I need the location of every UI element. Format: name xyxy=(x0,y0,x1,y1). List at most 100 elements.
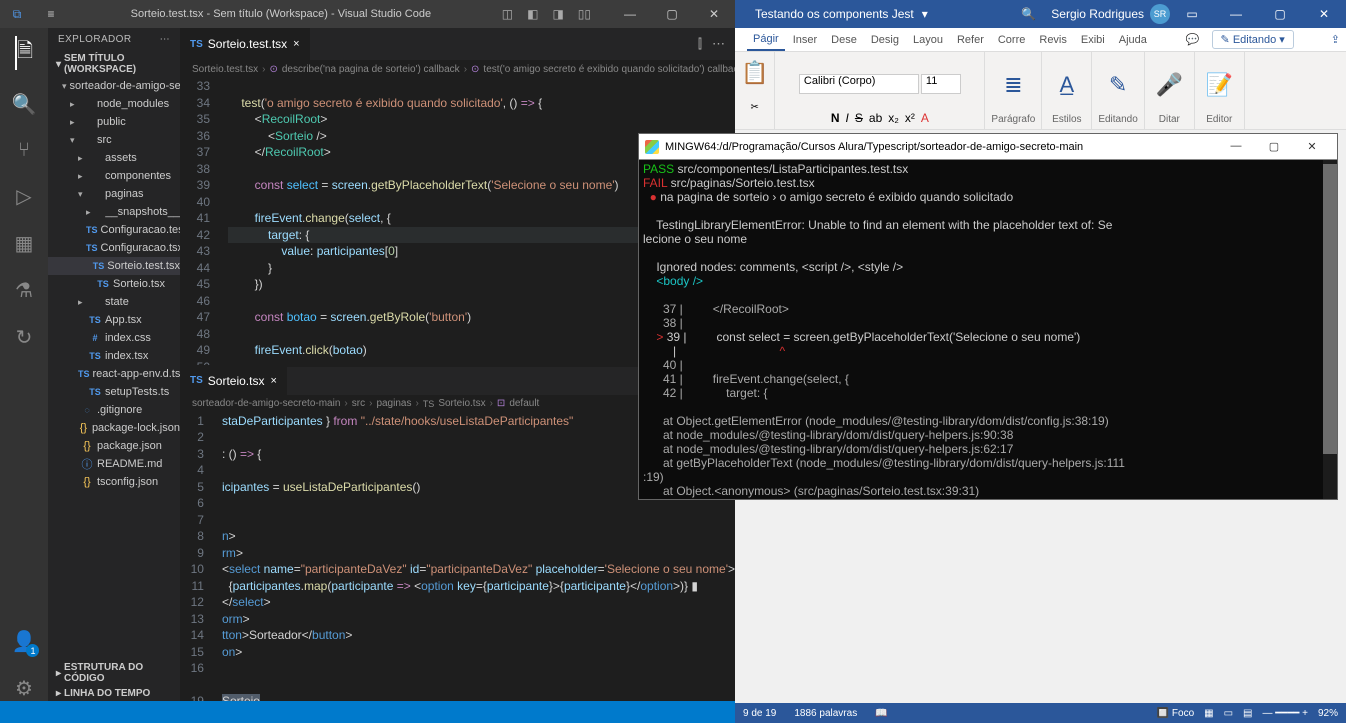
tab-design[interactable]: Desig xyxy=(865,30,905,50)
tab-references[interactable]: Refer xyxy=(951,30,990,50)
tree-row[interactable]: {}package.json xyxy=(48,437,180,455)
breadcrumb[interactable]: Sorteio.test.tsx› ⊙describe('na pagina d… xyxy=(180,60,735,78)
maximize-icon[interactable]: ▢ xyxy=(1258,7,1302,21)
tab-sorteio-test[interactable]: TSSorteio.test.tsx× xyxy=(180,28,310,60)
workspace-header[interactable]: ▾ SEM TÍTULO (WORKSPACE) xyxy=(48,51,180,77)
tree-row[interactable]: ▸state xyxy=(48,293,180,311)
spell-icon[interactable]: 📖 xyxy=(875,708,887,719)
tree-row[interactable]: TSSorteio.tsx xyxy=(48,275,180,293)
extensions-icon[interactable]: ▦ xyxy=(15,231,34,256)
tree-row[interactable]: TSConfiguracao.test.tsx xyxy=(48,221,180,239)
page-count[interactable]: 9 de 19 xyxy=(743,708,776,719)
scrollbar-thumb[interactable] xyxy=(1323,164,1337,454)
tree-row[interactable]: ▸assets xyxy=(48,149,180,167)
zoom-level[interactable]: 92% xyxy=(1318,708,1338,719)
dictate-group[interactable]: 🎤Ditar xyxy=(1145,52,1195,129)
zoom-slider[interactable]: — ━━━━ + xyxy=(1263,708,1308,719)
run-debug-icon[interactable]: ▷ xyxy=(16,184,31,209)
testing-icon[interactable]: ⚗ xyxy=(15,278,33,303)
maximize-icon[interactable]: ▢ xyxy=(1255,140,1293,153)
font-color-button[interactable]: A xyxy=(921,111,929,125)
timeline-header[interactable]: ▸ LINHA DO TEMPO xyxy=(48,686,180,701)
refresh-icon[interactable]: ↻ xyxy=(16,325,33,350)
tree-row[interactable]: TSConfiguracao.tsx xyxy=(48,239,180,257)
share-icon[interactable]: ⇪ xyxy=(1325,30,1346,49)
bold-button[interactable]: N xyxy=(831,111,840,125)
ribbon-options-icon[interactable]: ▭ xyxy=(1170,7,1214,21)
font-size-select[interactable]: 11 xyxy=(921,74,961,94)
strike-button[interactable]: S xyxy=(855,111,863,125)
tree-row[interactable]: ▸componentes xyxy=(48,167,180,185)
tree-row[interactable]: ▸public xyxy=(48,113,180,131)
focus-mode[interactable]: 🔲 Foco xyxy=(1157,708,1194,719)
close-icon[interactable]: ✕ xyxy=(1293,140,1331,153)
tab-review[interactable]: Revis xyxy=(1033,30,1073,50)
accounts-icon[interactable]: 👤 xyxy=(12,629,37,654)
layout-controls[interactable]: ◫ ◧ ◨ ▯▯ xyxy=(494,7,599,21)
tree-row[interactable]: TSApp.tsx xyxy=(48,311,180,329)
view-read-icon[interactable]: ▭ xyxy=(1224,708,1233,719)
tab-draw[interactable]: Dese xyxy=(825,30,863,50)
italic-button[interactable]: I xyxy=(846,111,849,125)
maximize-icon[interactable]: ▢ xyxy=(651,7,693,21)
editing-mode-button[interactable]: ✎ Editando ▾ xyxy=(1212,30,1294,49)
sub-super-button[interactable]: ab xyxy=(869,111,882,125)
chevron-down-icon[interactable]: ▾ xyxy=(922,7,928,21)
view-web-icon[interactable]: ▤ xyxy=(1243,708,1252,719)
tree-row[interactable]: TSindex.tsx xyxy=(48,347,180,365)
layout-icon[interactable]: ▯▯ xyxy=(578,7,591,21)
more-icon[interactable]: ⋯ xyxy=(712,36,725,52)
menu-icon[interactable]: ≡ xyxy=(34,7,68,21)
more-icon[interactable]: ⋯ xyxy=(160,34,170,45)
clipboard-group[interactable]: 📋✂ xyxy=(735,52,775,129)
layout-icon[interactable]: ◨ xyxy=(552,7,563,21)
tab-view[interactable]: Exibi xyxy=(1075,30,1111,50)
minimize-icon[interactable]: — xyxy=(609,7,651,21)
tree-row[interactable]: ▸__snapshots__ xyxy=(48,203,180,221)
tree-row[interactable]: {}tsconfig.json xyxy=(48,473,180,491)
user-account[interactable]: Sergio Rodrigues SR xyxy=(1051,4,1170,24)
layout-icon[interactable]: ◫ xyxy=(502,7,513,21)
editing-group[interactable]: ✎Editando xyxy=(1092,52,1144,129)
tree-row[interactable]: {}package-lock.json xyxy=(48,419,180,437)
close-tab-icon[interactable]: × xyxy=(270,375,276,387)
source-control-icon[interactable]: ⑂ xyxy=(18,139,30,162)
tree-row[interactable]: ⓘREADME.md xyxy=(48,455,180,473)
effects-button[interactable]: x₂ xyxy=(888,111,899,125)
outline-header[interactable]: ▸ ESTRUTURA DO CÓDIGO xyxy=(48,660,180,686)
tree-row[interactable]: #index.css xyxy=(48,329,180,347)
tree-row[interactable]: ▾sorteador-de-amigo-secreto-… xyxy=(48,77,180,95)
tree-row[interactable]: ◌.gitignore xyxy=(48,401,180,419)
tree-row[interactable]: ▾paginas xyxy=(48,185,180,203)
tree-row[interactable]: TSreact-app-env.d.ts xyxy=(48,365,180,383)
tab-layout[interactable]: Layou xyxy=(907,30,949,50)
close-icon[interactable]: ✕ xyxy=(693,7,735,21)
split-editor-icon[interactable]: ⫿ xyxy=(698,36,702,52)
tab-sorteio[interactable]: TSSorteio.tsx× xyxy=(180,365,287,397)
layout-icon[interactable]: ◧ xyxy=(527,7,538,21)
tree-row[interactable]: ▾src xyxy=(48,131,180,149)
terminal-output[interactable]: PASS src/componentes/ListaParticipantes.… xyxy=(639,160,1337,499)
tree-row[interactable]: TSsetupTests.ts xyxy=(48,383,180,401)
tab-home[interactable]: Págir xyxy=(747,29,785,51)
font-group[interactable]: Calibri (Corpo) 11 N I S ab x₂ x² A xyxy=(775,52,985,129)
explorer-icon[interactable]: 🗎 xyxy=(15,36,33,70)
close-icon[interactable]: ✕ xyxy=(1302,7,1346,21)
tab-insert[interactable]: Inser xyxy=(787,30,823,50)
comments-icon[interactable]: 💬 xyxy=(1180,30,1206,49)
tree-row[interactable]: ▸node_modules xyxy=(48,95,180,113)
close-tab-icon[interactable]: × xyxy=(293,38,299,50)
styles-group[interactable]: A̲Estilos xyxy=(1042,52,1092,129)
word-count[interactable]: 1886 palavras xyxy=(794,708,857,719)
settings-gear-icon[interactable]: ⚙ xyxy=(15,676,33,701)
minimize-icon[interactable]: — xyxy=(1214,7,1258,21)
minimize-icon[interactable]: — xyxy=(1217,140,1255,153)
sup-button[interactable]: x² xyxy=(905,111,915,125)
editor-group[interactable]: 📝Editor xyxy=(1195,52,1245,129)
search-icon[interactable]: 🔍 xyxy=(12,92,37,117)
tab-mail[interactable]: Corre xyxy=(992,30,1032,50)
tree-row[interactable]: TSSorteio.test.tsx xyxy=(48,257,180,275)
search-icon[interactable]: 🔍 xyxy=(1021,7,1036,21)
view-print-icon[interactable]: ▦ xyxy=(1204,708,1213,719)
paragraph-group[interactable]: ≣Parágrafo xyxy=(985,52,1042,129)
